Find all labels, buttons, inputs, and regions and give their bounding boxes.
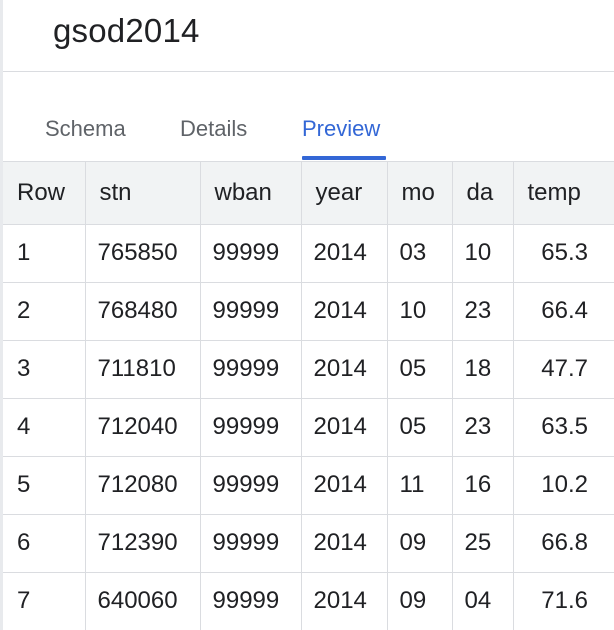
table-row: 3 711810 99999 2014 05 18 47.7 (3, 340, 614, 399)
column-header-year[interactable]: year (301, 162, 388, 225)
cell-temp: 63.5 (513, 398, 614, 457)
cell-wban: 99999 (200, 572, 302, 630)
cell-row: 6 (3, 514, 86, 573)
cell-row: 7 (3, 572, 86, 630)
cell-temp: 10.2 (513, 456, 614, 515)
cell-year: 2014 (301, 224, 388, 283)
cell-row: 1 (3, 224, 86, 283)
table-row: 5 712080 99999 2014 11 16 10.2 (3, 456, 614, 515)
cell-year: 2014 (301, 514, 388, 573)
cell-mo: 05 (387, 398, 453, 457)
cell-stn: 640060 (85, 572, 201, 630)
active-tab-indicator (302, 156, 386, 160)
cell-mo: 03 (387, 224, 453, 283)
cell-stn: 712080 (85, 456, 201, 515)
cell-stn: 768480 (85, 282, 201, 341)
cell-year: 2014 (301, 572, 388, 630)
cell-mo: 09 (387, 572, 453, 630)
cell-wban: 99999 (200, 282, 302, 341)
table-row: 7 640060 99999 2014 09 04 71.6 (3, 572, 614, 630)
tab-details[interactable]: Details (180, 116, 247, 142)
cell-stn: 765850 (85, 224, 201, 283)
table-title: gsod2014 (53, 12, 200, 49)
cell-wban: 99999 (200, 514, 302, 573)
cell-row: 5 (3, 456, 86, 515)
column-header-da[interactable]: da (452, 162, 514, 225)
cell-da: 18 (452, 340, 514, 399)
column-header-temp[interactable]: temp (513, 162, 614, 225)
table-header-row: Row stn wban year mo da temp (3, 162, 614, 225)
tab-bar: Schema Details Preview (3, 73, 614, 162)
cell-year: 2014 (301, 398, 388, 457)
cell-da: 04 (452, 572, 514, 630)
cell-row: 4 (3, 398, 86, 457)
cell-wban: 99999 (200, 398, 302, 457)
table-row: 2 768480 99999 2014 10 23 66.4 (3, 282, 614, 341)
cell-da: 23 (452, 282, 514, 341)
cell-row: 3 (3, 340, 86, 399)
tab-schema[interactable]: Schema (45, 116, 126, 142)
cell-mo: 09 (387, 514, 453, 573)
cell-year: 2014 (301, 340, 388, 399)
cell-temp: 66.4 (513, 282, 614, 341)
column-header-row[interactable]: Row (3, 162, 86, 225)
cell-temp: 66.8 (513, 514, 614, 573)
cell-temp: 71.6 (513, 572, 614, 630)
cell-year: 2014 (301, 282, 388, 341)
cell-year: 2014 (301, 456, 388, 515)
cell-mo: 05 (387, 340, 453, 399)
preview-table: Row stn wban year mo da temp 1 765850 99… (3, 162, 614, 630)
table-row: 6 712390 99999 2014 09 25 66.8 (3, 514, 614, 573)
table-row: 1 765850 99999 2014 03 10 65.3 (3, 224, 614, 283)
cell-mo: 10 (387, 282, 453, 341)
cell-row: 2 (3, 282, 86, 341)
cell-wban: 99999 (200, 456, 302, 515)
title-bar: gsod2014 (3, 0, 614, 72)
cell-da: 16 (452, 456, 514, 515)
cell-wban: 99999 (200, 340, 302, 399)
column-header-wban[interactable]: wban (200, 162, 302, 225)
cell-da: 23 (452, 398, 514, 457)
cell-mo: 11 (387, 456, 453, 515)
column-header-mo[interactable]: mo (387, 162, 453, 225)
cell-stn: 711810 (85, 340, 201, 399)
tab-preview[interactable]: Preview (302, 116, 380, 142)
cell-da: 25 (452, 514, 514, 573)
cell-temp: 47.7 (513, 340, 614, 399)
cell-wban: 99999 (200, 224, 302, 283)
column-header-stn[interactable]: stn (85, 162, 201, 225)
cell-stn: 712390 (85, 514, 201, 573)
cell-temp: 65.3 (513, 224, 614, 283)
cell-stn: 712040 (85, 398, 201, 457)
cell-da: 10 (452, 224, 514, 283)
table-row: 4 712040 99999 2014 05 23 63.5 (3, 398, 614, 457)
